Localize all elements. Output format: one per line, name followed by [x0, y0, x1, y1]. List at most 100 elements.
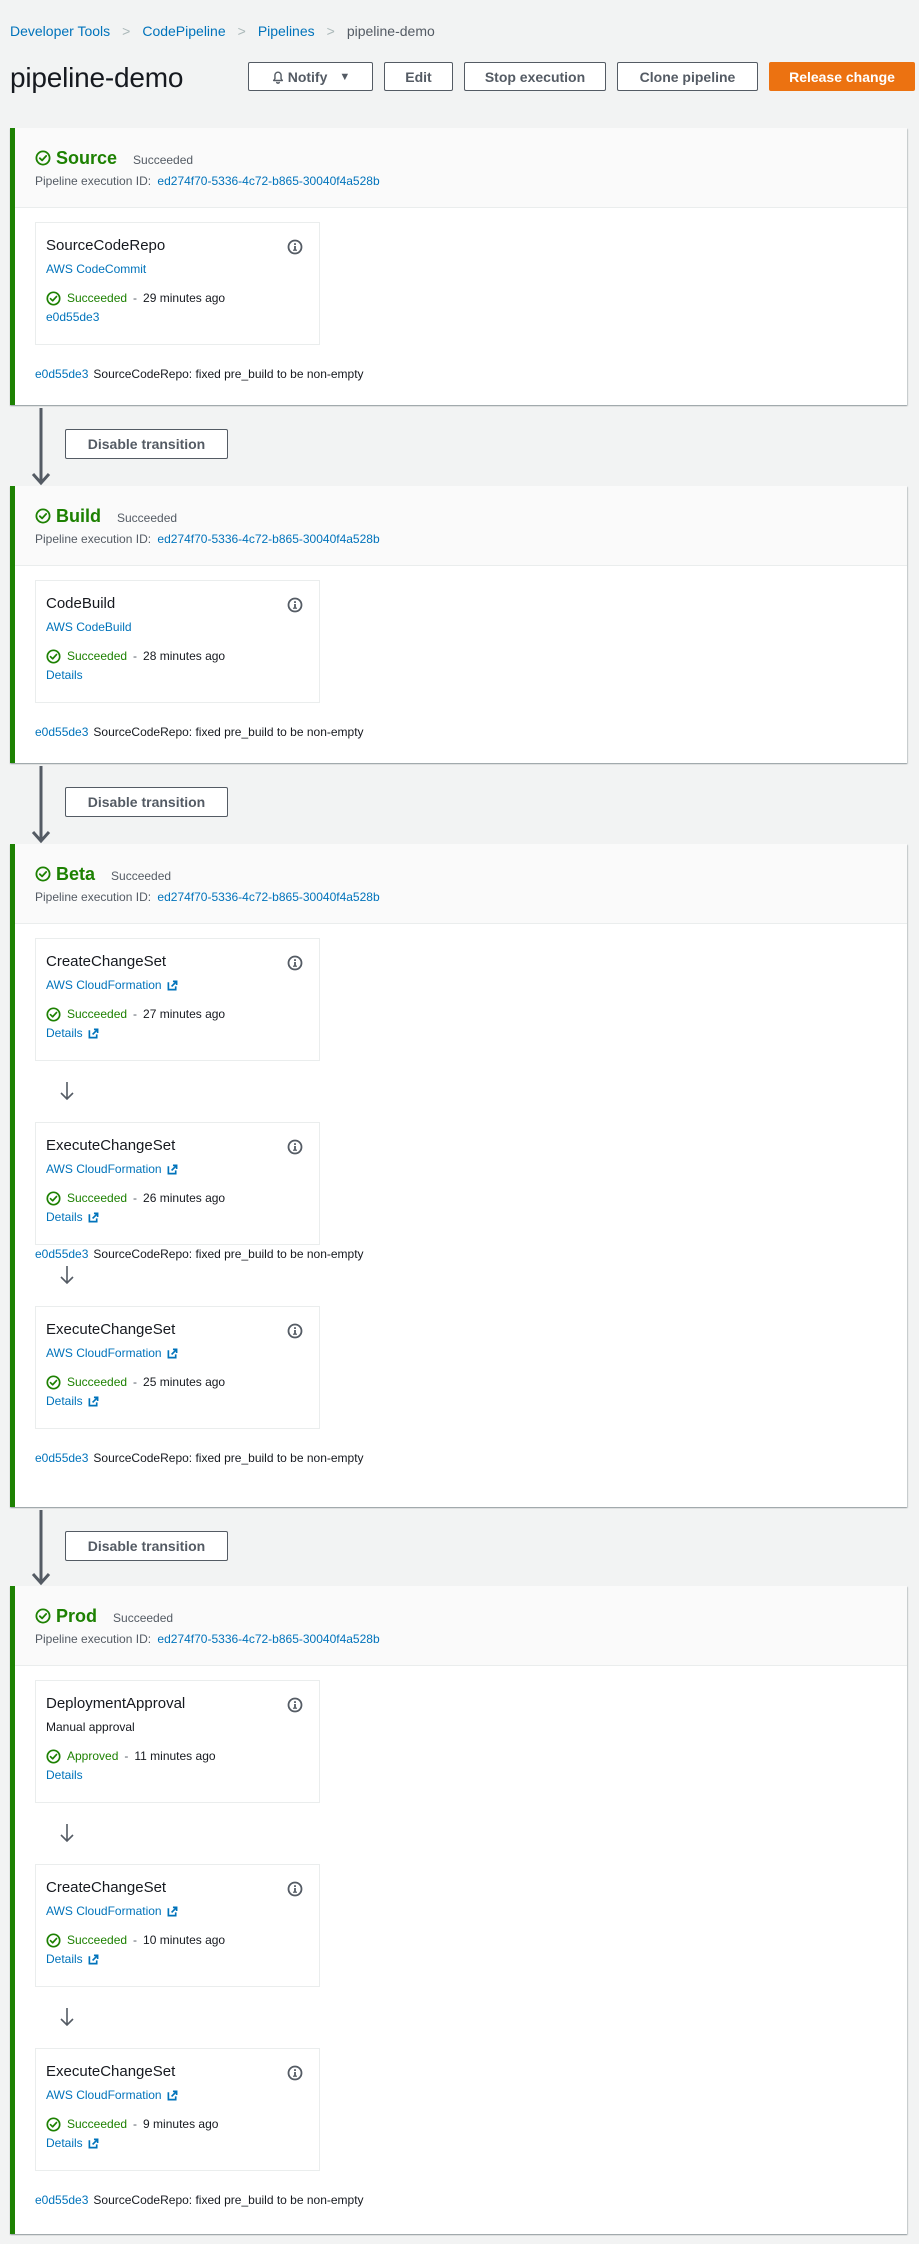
details-link[interactable]: Details	[46, 1768, 309, 1782]
action-name: CreateChangeSet	[46, 953, 167, 970]
provider-name: AWS CodeCommit	[46, 262, 147, 276]
provider-name: AWS CloudFormation	[46, 1162, 162, 1176]
details-label: Details	[46, 1394, 83, 1408]
action-status: Succeeded	[67, 649, 128, 663]
provider-name: AWS CloudFormation	[46, 2088, 162, 2102]
external-link-icon	[88, 1028, 99, 1038]
stage-beta: Beta Succeeded Pipeline execution ID: ed…	[10, 844, 907, 1507]
provider-link[interactable]: AWS CloudFormation	[46, 1346, 309, 1360]
commit-id-link[interactable]: e0d55de3	[35, 2193, 88, 2207]
info-icon[interactable]	[287, 239, 303, 255]
details-label: e0d55de3	[46, 310, 100, 324]
details-link[interactable]: Details	[46, 668, 309, 682]
details-label: Details	[46, 1952, 83, 1966]
chevron-right-icon: >	[326, 23, 335, 39]
stop-execution-button[interactable]: Stop execution	[464, 62, 606, 91]
action-status: Succeeded	[67, 2117, 128, 2131]
external-link-icon	[88, 1396, 99, 1406]
info-icon[interactable]	[287, 1881, 303, 1897]
info-icon[interactable]	[287, 1139, 303, 1155]
execution-id-link[interactable]: ed274f70-5336-4c72-b865-30040f4a528b	[157, 890, 379, 904]
separator: -	[133, 649, 138, 663]
stage-body: DeploymentApproval Manual approval Appro…	[15, 1666, 907, 2207]
details-link[interactable]: Details	[46, 1394, 309, 1408]
action-name: ExecuteChangeSet	[46, 1321, 176, 1338]
breadcrumb-codepipeline[interactable]: CodePipeline	[142, 23, 225, 39]
release-change-button[interactable]: Release change	[769, 62, 915, 91]
provider-link[interactable]: AWS CodeBuild	[46, 620, 309, 634]
commit-id-link[interactable]: e0d55de3	[35, 1451, 88, 1465]
details-link[interactable]: Details	[46, 2136, 309, 2150]
details-label: Details	[46, 668, 83, 682]
arrow-down-icon	[60, 1082, 74, 1101]
notify-button[interactable]: Notify ▼	[248, 62, 373, 91]
action-card: DeploymentApproval Manual approval Appro…	[35, 1680, 320, 1803]
details-link[interactable]: Details	[46, 1026, 309, 1040]
commit-row: e0d55de3 SourceCodeRepo: fixed pre_build …	[35, 1247, 364, 1261]
commit-message: SourceCodeRepo: fixed pre_build to be no…	[93, 2193, 364, 2207]
info-icon[interactable]	[287, 1697, 303, 1713]
disable-transition-button[interactable]: Disable transition	[65, 429, 228, 459]
action-card: CreateChangeSet AWS CloudFormation Succe…	[35, 938, 320, 1061]
separator: -	[124, 1749, 129, 1763]
chevron-right-icon: >	[237, 23, 246, 39]
action-card: ExecuteChangeSet AWS CloudFormation Succ…	[35, 2048, 320, 2171]
success-check-icon	[46, 648, 61, 664]
action-card: CodeBuild AWS CodeBuild Succeeded - 28 m…	[35, 580, 320, 703]
separator: -	[133, 1933, 138, 1947]
execution-id-link[interactable]: ed274f70-5336-4c72-b865-30040f4a528b	[157, 1632, 379, 1646]
transition-arrow-icon	[31, 766, 51, 844]
commit-id-link[interactable]: e0d55de3	[35, 367, 88, 381]
details-link[interactable]: Details	[46, 1952, 309, 1966]
info-icon[interactable]	[287, 955, 303, 971]
page-title: pipeline-demo	[10, 62, 184, 93]
action-time: 26 minutes ago	[143, 1191, 226, 1205]
stage-source: Source Succeeded Pipeline execution ID: …	[10, 128, 907, 405]
disable-transition-button[interactable]: Disable transition	[65, 1531, 228, 1561]
stage-name: Beta	[56, 863, 96, 884]
provider-name: AWS CloudFormation	[46, 1346, 162, 1360]
info-icon[interactable]	[287, 1323, 303, 1339]
action-arrow: e0d55de3 SourceCodeRepo: fixed pre_build …	[35, 1245, 907, 1306]
execution-id-link[interactable]: ed274f70-5336-4c72-b865-30040f4a528b	[157, 174, 379, 188]
success-check-icon	[46, 1190, 61, 1206]
provider-link[interactable]: AWS CloudFormation	[46, 2088, 309, 2102]
external-link-icon	[167, 2090, 178, 2100]
breadcrumb-pipelines[interactable]: Pipelines	[258, 23, 315, 39]
external-link-icon	[88, 2138, 99, 2148]
edit-button[interactable]: Edit	[384, 62, 453, 91]
provider-link[interactable]: AWS CloudFormation	[46, 978, 309, 992]
execution-id-link[interactable]: ed274f70-5336-4c72-b865-30040f4a528b	[157, 532, 379, 546]
notify-label: Notify	[287, 68, 328, 85]
action-time: 27 minutes ago	[143, 1007, 226, 1021]
info-icon[interactable]	[287, 597, 303, 613]
commit-id-link[interactable]: e0d55de3	[35, 1247, 88, 1261]
action-name: ExecuteChangeSet	[46, 2063, 176, 2080]
action-name: CodeBuild	[46, 595, 116, 612]
commit-row: e0d55de3 SourceCodeRepo: fixed pre_build …	[35, 2193, 907, 2207]
provider-name: AWS CloudFormation	[46, 1904, 162, 1918]
breadcrumb-developer-tools[interactable]: Developer Tools	[10, 23, 110, 39]
action-arrow	[35, 1987, 907, 2048]
details-link[interactable]: e0d55de3	[46, 310, 309, 324]
disable-transition-button[interactable]: Disable transition	[65, 787, 228, 817]
clone-pipeline-button[interactable]: Clone pipeline	[617, 62, 758, 91]
commit-message: SourceCodeRepo: fixed pre_build to be no…	[93, 725, 364, 739]
details-link[interactable]: Details	[46, 1210, 309, 1224]
stage-status: Succeeded	[111, 868, 172, 883]
stage-header: Build Succeeded Pipeline execution ID: e…	[15, 486, 907, 566]
action-status: Succeeded	[67, 1933, 128, 1947]
commit-row: e0d55de3 SourceCodeRepo: fixed pre_build …	[35, 725, 907, 739]
commit-id-link[interactable]: e0d55de3	[35, 725, 88, 739]
provider-link[interactable]: AWS CodeCommit	[46, 262, 309, 276]
breadcrumb: Developer Tools > CodePipeline > Pipelin…	[10, 23, 435, 39]
external-link-icon	[167, 1164, 178, 1174]
info-icon[interactable]	[287, 2065, 303, 2081]
stage-status: Succeeded	[113, 1610, 174, 1625]
chevron-right-icon: >	[122, 23, 131, 39]
arrow-down-icon	[60, 1824, 74, 1843]
provider-link[interactable]: AWS CloudFormation	[46, 1162, 309, 1176]
stage-build: Build Succeeded Pipeline execution ID: e…	[10, 486, 907, 763]
provider-link[interactable]: AWS CloudFormation	[46, 1904, 309, 1918]
stage-body: SourceCodeRepo AWS CodeCommit Succeeded …	[15, 208, 907, 381]
